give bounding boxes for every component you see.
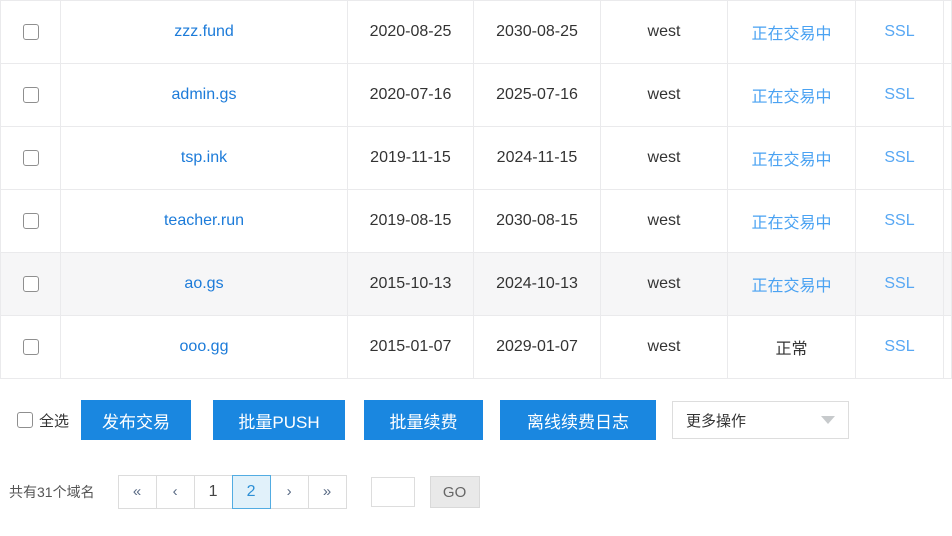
select-all-label: 全选 xyxy=(39,410,69,431)
empty-cell xyxy=(944,127,952,190)
domain-link[interactable]: tsp.ink xyxy=(181,149,227,166)
registration-date: 2019-11-15 xyxy=(348,127,474,190)
registration-date: 2020-08-25 xyxy=(348,1,474,64)
more-actions-dropdown[interactable]: 更多操作 xyxy=(672,401,849,439)
registration-date: 2015-01-07 xyxy=(348,316,474,379)
domain-table: zzz.fund 2020-08-25 2030-08-25 west 正在交易… xyxy=(0,0,952,379)
total-count-label: 共有31个域名 xyxy=(9,482,95,502)
page-jump-input[interactable] xyxy=(371,477,415,507)
bulk-actions-toolbar: 全选 发布交易 批量PUSH 批量续费 离线续费日志 更多操作 xyxy=(0,400,952,440)
empty-cell xyxy=(944,190,952,253)
first-page-button[interactable]: « xyxy=(118,475,157,509)
registrar: west xyxy=(601,64,728,127)
registrar: west xyxy=(601,190,728,253)
registration-date: 2019-08-15 xyxy=(348,190,474,253)
registrar: west xyxy=(601,316,728,379)
publish-trade-button[interactable]: 发布交易 xyxy=(81,400,191,440)
status-link[interactable]: 正在交易中 xyxy=(751,278,831,295)
registrar: west xyxy=(601,1,728,64)
select-all[interactable]: 全选 xyxy=(17,410,69,431)
domain-link[interactable]: teacher.run xyxy=(164,212,244,229)
row-checkbox[interactable] xyxy=(23,24,39,40)
domain-link[interactable]: ao.gs xyxy=(184,275,223,292)
ssl-link[interactable]: SSL xyxy=(884,212,914,229)
expiry-date: 2024-11-15 xyxy=(474,127,601,190)
row-checkbox[interactable] xyxy=(23,150,39,166)
expiry-date: 2025-07-16 xyxy=(474,64,601,127)
registration-date: 2015-10-13 xyxy=(348,253,474,316)
pagination-bar: 共有31个域名 « ‹ 1 2 › » GO xyxy=(0,475,952,509)
domain-link[interactable]: zzz.fund xyxy=(174,23,234,40)
table-row: tsp.ink 2019-11-15 2024-11-15 west 正在交易中… xyxy=(1,127,952,190)
status-text: 正常 xyxy=(775,341,807,358)
expiry-date: 2029-01-07 xyxy=(474,316,601,379)
batch-push-button[interactable]: 批量PUSH xyxy=(213,400,345,440)
domain-link[interactable]: ooo.gg xyxy=(180,338,229,355)
ssl-link[interactable]: SSL xyxy=(884,23,914,40)
row-checkbox[interactable] xyxy=(23,276,39,292)
ssl-link[interactable]: SSL xyxy=(884,149,914,166)
ssl-link[interactable]: SSL xyxy=(884,338,914,355)
expiry-date: 2030-08-15 xyxy=(474,190,601,253)
table-row: ooo.gg 2015-01-07 2029-01-07 west 正常 SSL xyxy=(1,316,952,379)
domain-link[interactable]: admin.gs xyxy=(172,86,237,103)
registrar: west xyxy=(601,127,728,190)
batch-renew-button[interactable]: 批量续费 xyxy=(364,400,483,440)
expiry-date: 2024-10-13 xyxy=(474,253,601,316)
table-row: ao.gs 2015-10-13 2024-10-13 west 正在交易中 S… xyxy=(1,253,952,316)
empty-cell xyxy=(944,253,952,316)
table-row: admin.gs 2020-07-16 2025-07-16 west 正在交易… xyxy=(1,64,952,127)
more-actions-label: 更多操作 xyxy=(686,410,746,431)
status-link[interactable]: 正在交易中 xyxy=(751,26,831,43)
status-link[interactable]: 正在交易中 xyxy=(751,89,831,106)
ssl-link[interactable]: SSL xyxy=(884,275,914,292)
go-button[interactable]: GO xyxy=(430,476,480,508)
prev-page-button[interactable]: ‹ xyxy=(156,475,195,509)
ssl-link[interactable]: SSL xyxy=(884,86,914,103)
registration-date: 2020-07-16 xyxy=(348,64,474,127)
next-page-button[interactable]: › xyxy=(270,475,309,509)
empty-cell xyxy=(944,1,952,64)
pager: « ‹ 1 2 › » xyxy=(118,475,347,509)
status-link[interactable]: 正在交易中 xyxy=(751,152,831,169)
row-checkbox[interactable] xyxy=(23,213,39,229)
empty-cell xyxy=(944,64,952,127)
page-1-button[interactable]: 1 xyxy=(194,475,233,509)
last-page-button[interactable]: » xyxy=(308,475,347,509)
table-row: zzz.fund 2020-08-25 2030-08-25 west 正在交易… xyxy=(1,1,952,64)
expiry-date: 2030-08-25 xyxy=(474,1,601,64)
status-link[interactable]: 正在交易中 xyxy=(751,215,831,232)
select-all-checkbox[interactable] xyxy=(17,412,33,428)
row-checkbox[interactable] xyxy=(23,87,39,103)
row-checkbox[interactable] xyxy=(23,339,39,355)
empty-cell xyxy=(944,316,952,379)
table-row: teacher.run 2019-08-15 2030-08-15 west 正… xyxy=(1,190,952,253)
registrar: west xyxy=(601,253,728,316)
offline-renew-log-button[interactable]: 离线续费日志 xyxy=(500,400,656,440)
page-2-button-active[interactable]: 2 xyxy=(232,475,271,509)
chevron-down-icon xyxy=(821,416,835,424)
